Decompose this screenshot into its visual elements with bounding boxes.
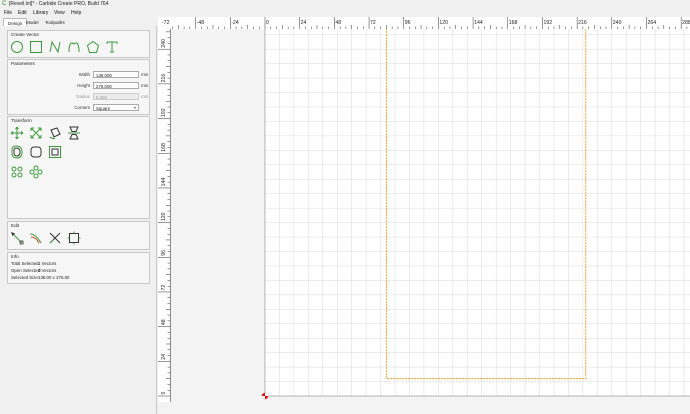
ruler-left-label: 240 [161,39,167,48]
ruler-top-label: 48 [335,20,341,26]
chevron-down-icon: ▾ [133,105,136,110]
ruler-left-label: 120 [161,212,167,221]
width-unit: mm [141,72,149,77]
radius-unit: mm [141,94,149,99]
boundary-icon[interactable] [48,145,62,159]
fillet-icon[interactable] [29,145,43,159]
info-selected-size-label: Selected Size: [11,275,40,280]
menu-help[interactable]: Help [71,10,81,16]
ruler-top-label: 120 [439,20,448,26]
ruler-left-label: 48 [161,319,167,325]
height-unit: mm [141,83,149,88]
ruler-left-label: 192 [161,108,167,117]
ruler-top-label: 168 [509,20,518,26]
move-icon[interactable] [10,126,24,140]
ruler-left-label: 144 [161,178,167,187]
text-icon[interactable] [105,40,119,54]
ruler-left: 312288264240216192168144120967248240 [158,29,171,402]
ruler-left-label: 0 [161,392,167,395]
offset-icon[interactable] [10,145,24,159]
ruler-left-ticks: 312288264240216192168144120967248240 [158,31,170,397]
circular-array-icon[interactable] [29,165,43,179]
menu-edit[interactable]: Edit [18,10,27,16]
create-vector-title: Create Vector [11,32,40,37]
circle-icon[interactable] [10,40,24,54]
menu-library[interactable]: Library [33,10,48,16]
ruler-top-label: -72 [162,20,170,26]
ruler-top-label: 192 [543,20,552,26]
ruler-left-label: 24 [161,354,167,360]
canvas-drawing[interactable] [171,29,690,402]
radius-input[interactable]: 6.350 [93,93,139,100]
app-logo-icon: C [2,1,7,7]
ruler-top-label: 24 [301,20,307,26]
width-label: Width [78,72,90,77]
title-bar: C [Reveil.lot]* - Carbide Create PRO, Bu… [0,0,690,9]
ruler-left-label: 216 [161,74,167,83]
mirror-icon[interactable] [67,126,81,140]
ruler-left-label: 168 [161,143,167,152]
ruler-left-label: 96 [161,250,167,256]
curve-icon[interactable] [67,40,81,54]
join-icon[interactable] [29,231,43,245]
parameters-section: Parameters Width 138.000 mm Height 276.0… [7,59,150,115]
ruler-top-label: 216 [578,20,587,26]
info-title: Info [11,254,19,259]
info-selected-size-value: 138.00 x 276.00 [38,275,70,280]
corners-label: Corners [74,105,90,110]
rectangle-icon[interactable] [29,40,43,54]
ruler-top-label: 288 [682,20,690,26]
ruler-top-label: 72 [370,20,376,26]
ruler-top-label: 96 [405,20,411,26]
tab-model[interactable]: Model [22,18,43,26]
bounding-box-icon[interactable] [67,231,81,245]
menu-bar: File Edit Library View Help [0,9,690,17]
origin-marker-icon [261,392,269,400]
edit-section: Edit [7,221,150,250]
transform-title: Transform [11,118,32,123]
height-input[interactable]: 276.000 [93,82,139,89]
ruler-top-label: 264 [647,20,656,26]
canvas-bottom-strip [158,402,690,414]
info-total-selected-value: 1 Vectors [38,261,57,266]
scale-icon[interactable] [29,126,43,140]
info-open-selected-label: Open Selected: [11,268,42,273]
ruler-top-ticks: -72 -48 -24 0 24 48 72 96 120 144 168 192 216 240 264 2… [162,17,690,29]
tab-toolpaths[interactable]: Toolpaths [41,18,69,26]
menu-view[interactable]: View [54,10,65,16]
edit-title: Edit [11,223,19,228]
rotate-icon[interactable] [48,126,62,140]
radius-label: Radius [76,94,90,99]
polygon-icon[interactable] [86,40,100,54]
array-grid-icon[interactable] [10,165,24,179]
ruler-top-label: 144 [474,20,483,26]
ruler-left-label: 72 [161,285,167,291]
width-input[interactable]: 138.000 [93,71,139,78]
ruler-top-label: -24 [231,20,239,26]
height-label: Height [77,83,90,88]
window-title: [Reveil.lot]* - Carbide Create PRO, Buil… [9,1,109,7]
corners-select[interactable]: Square ▾ [93,104,139,111]
polyline-icon[interactable] [48,40,62,54]
info-section: Info Total Selected: 1 Vectors Open Sele… [7,252,150,284]
corners-value: Square [96,105,111,111]
edit-nodes-icon[interactable] [10,231,24,245]
transform-section: Transform [7,116,150,219]
ruler-top-label: 0 [266,20,269,26]
info-open-selected-value: 0 Vectors [38,268,57,273]
create-vector-section: Create Vector [7,30,150,58]
menu-file[interactable]: File [4,10,12,16]
trim-icon[interactable] [48,231,62,245]
parameters-title: Parameters [11,61,35,66]
info-total-selected-label: Total Selected: [11,261,40,266]
ruler-top-label: -48 [197,20,205,26]
left-panel: Create Vector Parameters Width 138.000 m… [0,26,157,414]
ruler-top-label: 240 [613,20,622,26]
design-canvas[interactable] [171,29,690,402]
